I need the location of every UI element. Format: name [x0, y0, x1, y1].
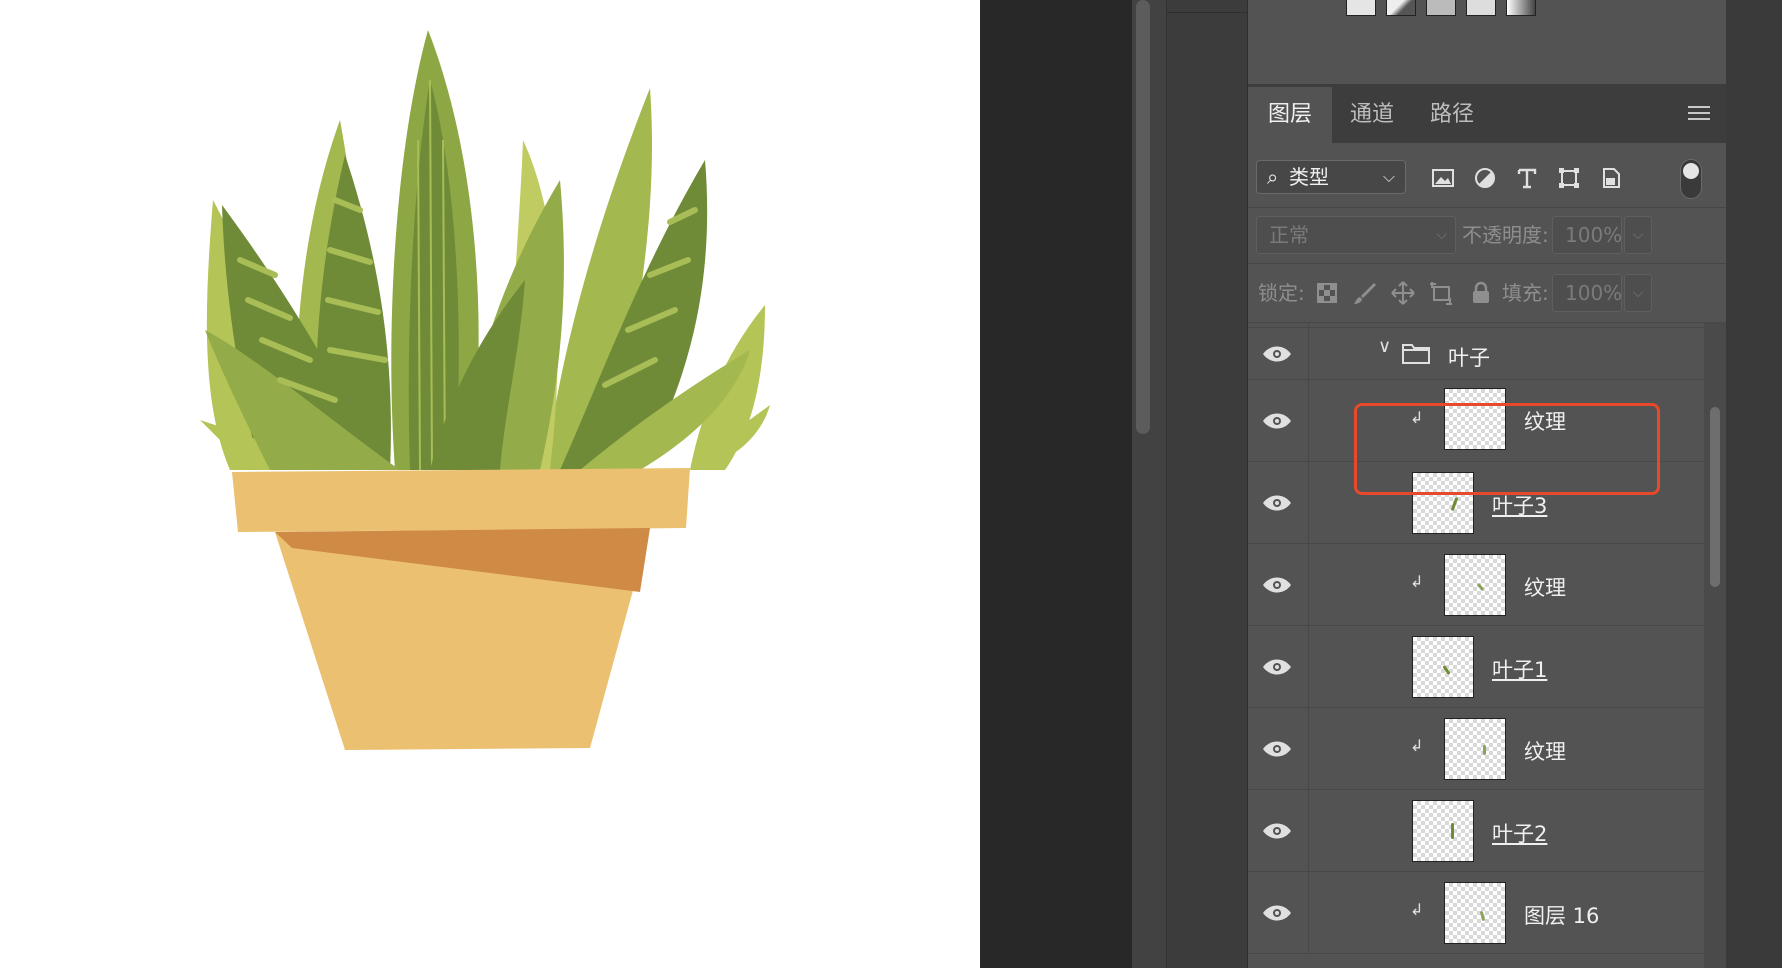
layer-row[interactable]: 叶子1 [1248, 626, 1704, 708]
layer-row[interactable]: ↲ 纹理 [1248, 544, 1704, 626]
layer-name: 叶子3 [1492, 494, 1548, 518]
image-filter-icon[interactable] [1430, 165, 1456, 191]
filter-type-label: 类型 [1289, 165, 1329, 189]
adjustment-filter-icon[interactable] [1472, 165, 1498, 191]
lock-row: 锁定: 填充: 100% ⌵ [1248, 264, 1726, 323]
clipping-arrow-icon: ↲ [1410, 408, 1424, 427]
blend-row: 正常 ⌵ 不透明度: 100% ⌵ [1248, 207, 1726, 264]
eye-icon[interactable] [1262, 494, 1292, 512]
eye-icon[interactable] [1262, 576, 1292, 594]
blend-mode-select[interactable]: 正常 ⌵ [1256, 216, 1456, 254]
layer-row[interactable]: ↲ 纹理 [1248, 380, 1704, 462]
eye-icon[interactable] [1262, 345, 1292, 363]
lock-artboard-icon[interactable] [1428, 280, 1454, 306]
folder-icon [1402, 344, 1430, 364]
tab-paths[interactable]: 路径 [1412, 87, 1492, 143]
panel-tabs: 图层 通道 路径 [1248, 87, 1726, 143]
lock-all-icon[interactable] [1468, 280, 1494, 306]
shape-filter-icon[interactable] [1556, 165, 1582, 191]
chevron-down-icon[interactable]: ∨ [1378, 336, 1391, 357]
lock-label: 锁定: [1258, 281, 1305, 305]
layer-thumbnail [1444, 718, 1506, 780]
layer-thumbnail [1412, 472, 1474, 534]
layer-thumbnail [1412, 800, 1474, 862]
layer-filter-row: ⌕ 类型 ⌵ [1248, 145, 1726, 208]
selective-color-icon[interactable] [1426, 0, 1456, 16]
smart-object-filter-icon[interactable] [1598, 165, 1624, 191]
adjustments-panel [1248, 0, 1726, 87]
layers-list[interactable]: ∨ 叶子 ↲ 纹理 叶子3 ↲ 纹理 叶子1 ↲ 纹理 叶子2 ↲ 图层 16 [1248, 323, 1704, 968]
layer-name: 叶子1 [1492, 658, 1548, 682]
lock-image-pixels-icon[interactable] [1352, 280, 1378, 306]
layer-name: 纹理 [1524, 410, 1566, 434]
layers-scrollbar[interactable] [1704, 323, 1726, 968]
threshold-icon[interactable] [1466, 0, 1496, 16]
layer-group-row[interactable]: ∨ 叶子 [1248, 328, 1704, 380]
fill-input[interactable]: 100% [1552, 274, 1622, 312]
fill-dropdown-button[interactable]: ⌵ [1624, 274, 1652, 312]
workspace-right-edge [1726, 0, 1782, 968]
search-icon: ⌕ [1267, 165, 1279, 189]
layer-row[interactable]: ↲ 图层 16 [1248, 872, 1704, 954]
layer-name: 叶子2 [1492, 822, 1548, 846]
opacity-label: 不透明度: [1462, 223, 1549, 247]
clipping-arrow-icon: ↲ [1410, 572, 1424, 591]
canvas-scrollbar[interactable] [1132, 0, 1167, 968]
layer-name: 图层 16 [1524, 904, 1600, 928]
levels-icon[interactable] [1346, 0, 1376, 16]
plant-illustration [200, 30, 770, 750]
collapsed-panel-dock [1167, 0, 1248, 968]
layer-name: 纹理 [1524, 576, 1566, 600]
lock-position-icon[interactable] [1390, 280, 1416, 306]
type-filter-icon[interactable] [1514, 165, 1540, 191]
layers-scrollbar-thumb[interactable] [1710, 407, 1720, 587]
panel-menu-icon[interactable] [1688, 106, 1710, 124]
tab-channels[interactable]: 通道 [1332, 87, 1412, 143]
layer-name: 纹理 [1524, 740, 1566, 764]
workspace-gap [980, 0, 1132, 968]
layer-thumbnail [1444, 882, 1506, 944]
clipping-arrow-icon: ↲ [1410, 736, 1424, 755]
eye-icon[interactable] [1262, 412, 1292, 430]
layer-row[interactable]: 叶子3 [1248, 462, 1704, 544]
document-canvas[interactable] [0, 0, 980, 968]
gradient-icon[interactable] [1506, 0, 1536, 16]
lock-transparent-pixels-icon[interactable] [1314, 280, 1340, 306]
layers-panel-container: 图层 通道 路径 ⌕ 类型 ⌵ 正常 ⌵ 不透明度: 100% ⌵ 锁定: 填充… [1248, 0, 1726, 968]
eye-icon[interactable] [1262, 740, 1292, 758]
layer-thumbnail [1412, 636, 1474, 698]
eye-icon[interactable] [1262, 658, 1292, 676]
layer-row[interactable]: 叶子2 [1248, 790, 1704, 872]
layer-name: 叶子 [1448, 346, 1490, 370]
filter-toggle[interactable] [1680, 159, 1702, 199]
layer-thumbnail [1444, 388, 1506, 450]
opacity-input[interactable]: 100% [1552, 216, 1622, 254]
eye-icon[interactable] [1262, 904, 1292, 922]
canvas-scrollbar-thumb[interactable] [1136, 0, 1150, 434]
eye-icon[interactable] [1262, 822, 1292, 840]
layer-row[interactable]: ↲ 纹理 [1248, 708, 1704, 790]
chevron-down-icon: ⌵ [1436, 227, 1447, 243]
filter-type-select[interactable]: ⌕ 类型 ⌵ [1256, 160, 1406, 194]
layer-thumbnail [1444, 554, 1506, 616]
fill-label: 填充: [1502, 281, 1549, 305]
gradient-map-icon[interactable] [1386, 0, 1416, 16]
chevron-down-icon: ⌵ [1382, 167, 1395, 186]
blend-mode-value: 正常 [1269, 223, 1309, 247]
opacity-dropdown-button[interactable]: ⌵ [1624, 216, 1652, 254]
clipping-arrow-icon: ↲ [1410, 900, 1424, 919]
tab-layers[interactable]: 图层 [1248, 87, 1332, 143]
